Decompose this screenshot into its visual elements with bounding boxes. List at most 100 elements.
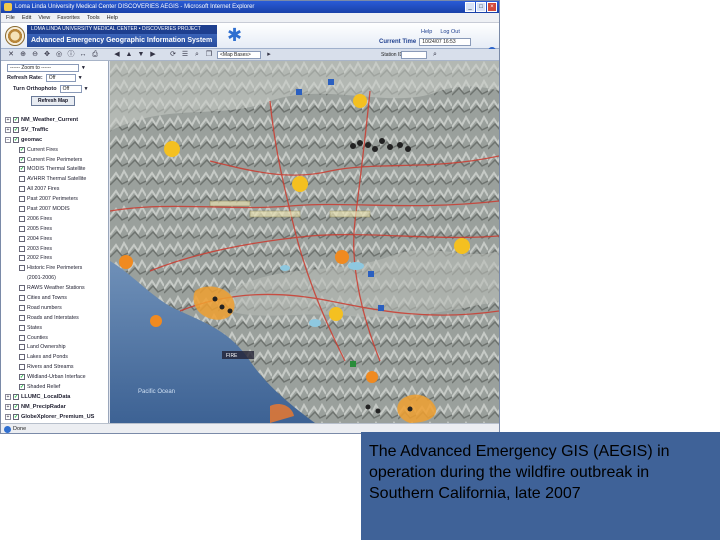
identify-icon[interactable]: ⓘ: [67, 51, 75, 59]
refresh-icon[interactable]: ⟳: [169, 51, 177, 59]
zoom-select[interactable]: ------ Zoom to ------: [7, 64, 79, 72]
layer-checkbox[interactable]: ✓: [19, 383, 25, 390]
layer-item[interactable]: Historic Fire Perimeters: [5, 263, 107, 273]
layer-checkbox[interactable]: ✓: [13, 116, 19, 123]
layer-checkbox[interactable]: ✓: [13, 403, 19, 410]
layer-item[interactable]: + ✓ LLUMC_LocalData: [5, 392, 107, 402]
help-link[interactable]: Help: [421, 29, 432, 35]
layer-item[interactable]: Rivers and Streams: [5, 362, 107, 372]
legend-icon[interactable]: ☰: [181, 51, 189, 59]
layer-checkbox[interactable]: [19, 285, 25, 292]
layer-checkbox[interactable]: [19, 334, 25, 341]
layer-item[interactable]: + ✓ GlobeXplorer_Premium_US: [5, 412, 107, 422]
layer-item[interactable]: ✓ Current Fires: [5, 145, 107, 155]
layer-checkbox[interactable]: ✓: [13, 413, 19, 420]
layer-item[interactable]: Past 2007 MODIS: [5, 204, 107, 214]
expand-toggle-icon[interactable]: +: [5, 413, 11, 420]
layer-item[interactable]: + ✓ SV_Traffic: [5, 125, 107, 135]
menu-tools[interactable]: Tools: [87, 13, 100, 22]
logout-link[interactable]: Log Out: [440, 29, 460, 35]
refresh-map-button[interactable]: Refresh Map: [31, 96, 75, 106]
layer-item[interactable]: Road numbers: [5, 303, 107, 313]
layer-item[interactable]: ✓ Shaded Relief: [5, 382, 107, 392]
layer-item[interactable]: 2004 Fires: [5, 234, 107, 244]
layers-icon[interactable]: ❒: [205, 51, 213, 59]
layer-item[interactable]: 2002 Fires: [5, 253, 107, 263]
menu-view[interactable]: View: [38, 13, 50, 22]
pan-icon[interactable]: ✥: [43, 51, 51, 59]
layer-item[interactable]: − ✓ geomac: [5, 135, 107, 145]
layer-checkbox[interactable]: ✓: [13, 126, 19, 133]
layer-checkbox[interactable]: [19, 304, 25, 311]
layer-checkbox[interactable]: [19, 225, 25, 232]
layer-checkbox[interactable]: [19, 354, 25, 361]
expand-toggle-icon[interactable]: −: [5, 136, 11, 143]
layer-item[interactable]: AVHRR Thermal Satellite: [5, 174, 107, 184]
map-view[interactable]: FIRE Pacific Ocean: [110, 61, 499, 423]
map-base-select[interactable]: <Map Bases>: [217, 51, 261, 59]
arrow-up-icon[interactable]: ▲: [125, 51, 133, 59]
layer-checkbox[interactable]: ✓: [19, 374, 25, 381]
station-id-input[interactable]: [401, 51, 427, 59]
layer-checkbox[interactable]: [19, 344, 25, 351]
layer-item[interactable]: 2003 Fires: [5, 244, 107, 254]
layer-item[interactable]: Counties: [5, 333, 107, 343]
layer-checkbox[interactable]: [19, 196, 25, 203]
layer-checkbox[interactable]: [19, 255, 25, 262]
layer-checkbox[interactable]: ✓: [19, 156, 25, 163]
layer-item[interactable]: Roads and Interstates: [5, 313, 107, 323]
layer-item[interactable]: ✓ Current Fire Perimeters: [5, 155, 107, 165]
close-button[interactable]: ×: [487, 2, 497, 12]
layer-checkbox[interactable]: [19, 314, 25, 321]
maximize-button[interactable]: □: [476, 2, 486, 12]
layer-checkbox[interactable]: ✓: [13, 136, 19, 143]
zoom-in-icon[interactable]: ⊕: [19, 51, 27, 59]
arrow-left-icon[interactable]: ◀: [113, 51, 121, 59]
layer-item[interactable]: Cities and Towns: [5, 293, 107, 303]
menu-help[interactable]: Help: [107, 13, 118, 22]
expand-toggle-icon[interactable]: +: [5, 393, 11, 400]
go-icon[interactable]: ▸: [265, 51, 273, 59]
layer-item[interactable]: Past 2007 Perimeters: [5, 194, 107, 204]
refresh-rate-select[interactable]: Off: [45, 74, 76, 82]
layer-checkbox[interactable]: [19, 324, 25, 331]
layer-item[interactable]: + ✓ NM_Weather_Current: [5, 115, 107, 125]
expand-toggle-icon[interactable]: +: [5, 403, 11, 410]
find-station-icon[interactable]: ⌕: [431, 51, 439, 59]
layer-checkbox[interactable]: [19, 205, 25, 212]
arrow-right-icon[interactable]: ▶: [149, 51, 157, 59]
layer-item[interactable]: All 2007 Fires: [5, 184, 107, 194]
full-extent-icon[interactable]: ◎: [55, 51, 63, 59]
layer-item[interactable]: + ✓ NM_PrecipRadar: [5, 402, 107, 412]
layer-item[interactable]: 2005 Fires: [5, 224, 107, 234]
layer-checkbox[interactable]: ✓: [19, 146, 25, 153]
menu-file[interactable]: File: [6, 13, 15, 22]
menu-edit[interactable]: Edit: [22, 13, 31, 22]
dropdown-arrow-icon[interactable]: ▾: [82, 65, 85, 71]
layer-checkbox[interactable]: [19, 294, 25, 301]
orthophoto-select[interactable]: Off: [59, 85, 82, 93]
layer-item[interactable]: States: [5, 323, 107, 333]
dropdown-arrow-icon[interactable]: ▾: [79, 75, 82, 81]
print-icon[interactable]: ⎙: [91, 51, 99, 59]
layer-item[interactable]: ✓ Wildland-Urban Interface: [5, 372, 107, 382]
layer-item[interactable]: Land Ownership: [5, 342, 107, 352]
expand-toggle-icon[interactable]: +: [5, 116, 11, 123]
arrow-down-icon[interactable]: ▼: [137, 51, 145, 59]
search-icon[interactable]: ⌕: [193, 51, 201, 59]
layer-item[interactable]: Lakes and Ponds: [5, 352, 107, 362]
layer-checkbox[interactable]: [19, 245, 25, 252]
layer-checkbox[interactable]: [19, 186, 25, 193]
layer-item[interactable]: 2006 Fires: [5, 214, 107, 224]
layer-item[interactable]: ✓ MODIS Thermal Satellite: [5, 164, 107, 174]
dropdown-arrow-icon[interactable]: ▾: [85, 86, 88, 92]
zoom-out-icon[interactable]: ⊖: [31, 51, 39, 59]
minimize-button[interactable]: _: [465, 2, 475, 12]
layer-item[interactable]: RAWS Weather Stations: [5, 283, 107, 293]
layer-checkbox[interactable]: [19, 235, 25, 242]
close-tool-icon[interactable]: ✕: [7, 51, 15, 59]
layer-checkbox[interactable]: [19, 176, 25, 183]
menu-favorites[interactable]: Favorites: [57, 13, 80, 22]
map-canvas[interactable]: FIRE Pacific Ocean: [110, 61, 499, 423]
expand-toggle-icon[interactable]: +: [5, 126, 11, 133]
